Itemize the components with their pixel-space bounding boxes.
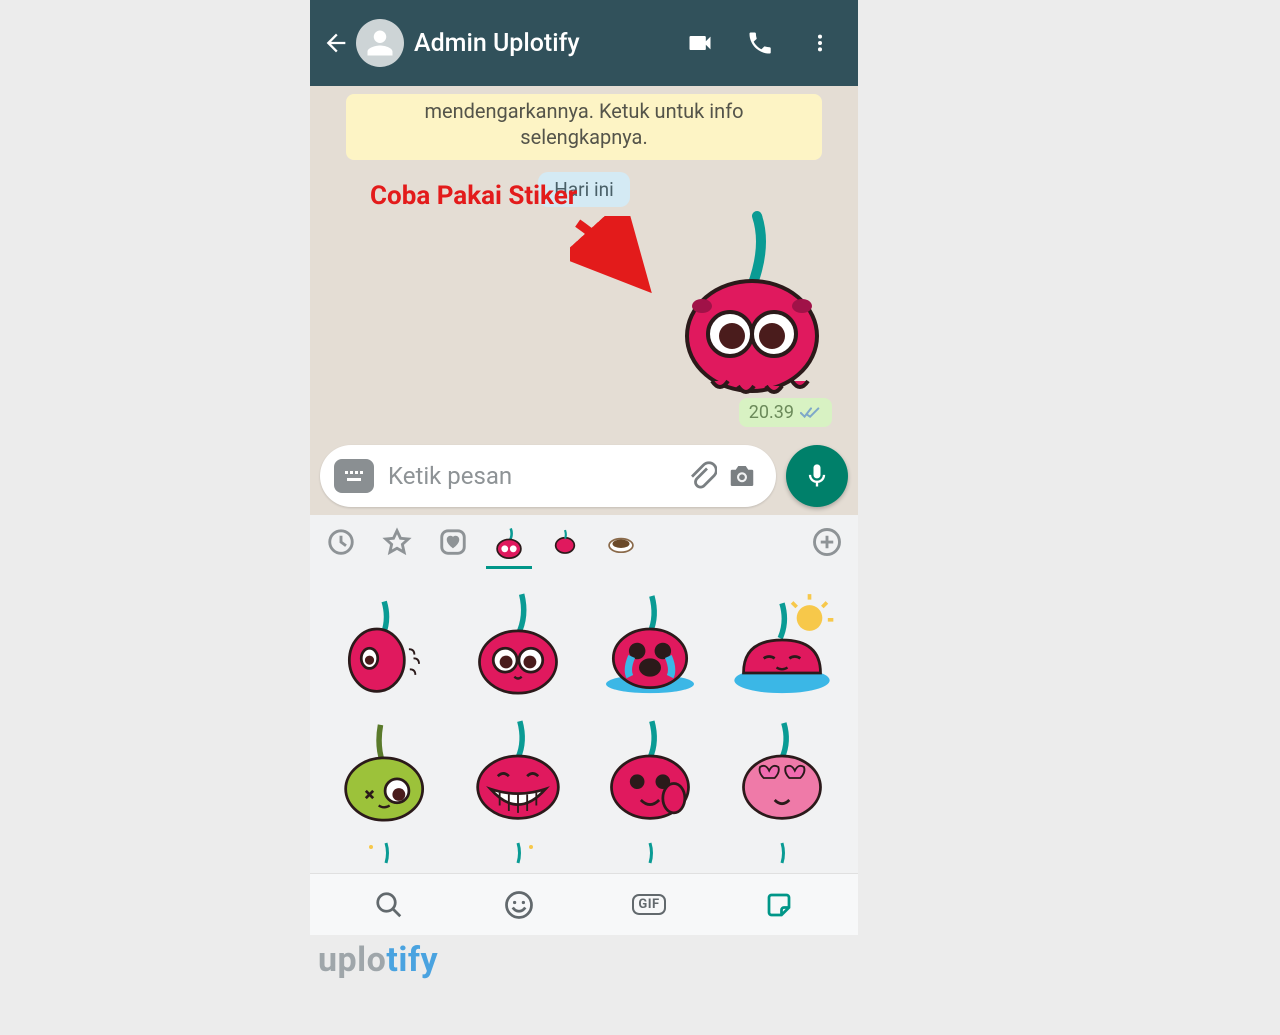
annotation-label: Coba Pakai Stiker <box>370 181 577 211</box>
sticker-panel: GIF <box>310 515 858 935</box>
video-call-button[interactable] <box>670 29 730 57</box>
keyboard-icon[interactable] <box>334 459 374 493</box>
contact-name[interactable]: Admin Uplotify <box>414 29 670 58</box>
watermark-prefix: uplo <box>318 940 386 980</box>
sent-sticker-message[interactable]: 20.39 <box>652 206 832 427</box>
back-button[interactable] <box>318 29 354 57</box>
input-placeholder: Ketik pesan <box>388 462 682 490</box>
sticker-item[interactable] <box>456 708 580 825</box>
sticker-pack-3[interactable] <box>604 525 638 559</box>
sticker-tab[interactable] <box>759 890 799 920</box>
sticker-item[interactable] <box>720 708 844 825</box>
sticker-item[interactable] <box>588 581 712 698</box>
chat-body[interactable]: mendengarkannya. Ketuk untuk info seleng… <box>310 86 858 437</box>
keyboard-type-row: GIF <box>310 873 858 935</box>
sticker-pack-row <box>310 515 858 563</box>
phone-frame: Admin Uplotify mendengarkannya. Ketuk un… <box>310 0 858 935</box>
sticker-pack-2[interactable] <box>548 525 582 559</box>
sticker-item[interactable] <box>324 836 448 873</box>
encryption-banner[interactable]: mendengarkannya. Ketuk untuk info seleng… <box>346 94 822 160</box>
message-time: 20.39 <box>749 402 794 423</box>
recent-stickers-tab[interactable] <box>324 525 358 559</box>
more-options-button[interactable] <box>790 32 850 54</box>
voice-call-button[interactable] <box>730 29 790 57</box>
gif-tab[interactable]: GIF <box>629 894 669 915</box>
sticker-item[interactable] <box>588 836 712 873</box>
attach-button[interactable] <box>682 461 722 491</box>
message-input[interactable]: Ketik pesan <box>320 445 776 507</box>
sticker-grid <box>310 563 858 873</box>
sticker-pack-1[interactable] <box>492 525 526 559</box>
watermark-suffix: tify <box>386 940 438 980</box>
sticker-item[interactable] <box>588 708 712 825</box>
sticker-item[interactable] <box>456 581 580 698</box>
input-bar: Ketik pesan <box>310 437 858 515</box>
sticker-item[interactable] <box>324 581 448 698</box>
sticker-item[interactable] <box>324 708 448 825</box>
camera-button[interactable] <box>722 461 762 491</box>
chat-header: Admin Uplotify <box>310 0 858 86</box>
search-stickers-button[interactable] <box>369 890 409 920</box>
emoji-tab[interactable] <box>499 890 539 920</box>
voice-record-button[interactable] <box>786 445 848 507</box>
add-sticker-pack-button[interactable] <box>810 525 844 559</box>
sticker-item[interactable] <box>720 836 844 873</box>
cherry-sticker-icon <box>672 206 832 396</box>
sticker-item[interactable] <box>456 836 580 873</box>
message-time-chip: 20.39 <box>739 398 832 427</box>
read-ticks-icon <box>800 405 822 421</box>
watermark: uplotify <box>318 940 438 980</box>
sticker-item[interactable] <box>720 581 844 698</box>
avatar[interactable] <box>356 19 404 67</box>
annotation-arrow-icon <box>570 216 660 296</box>
favorite-stickers-tab[interactable] <box>380 525 414 559</box>
love-stickers-tab[interactable] <box>436 525 470 559</box>
gif-label: GIF <box>632 894 665 915</box>
